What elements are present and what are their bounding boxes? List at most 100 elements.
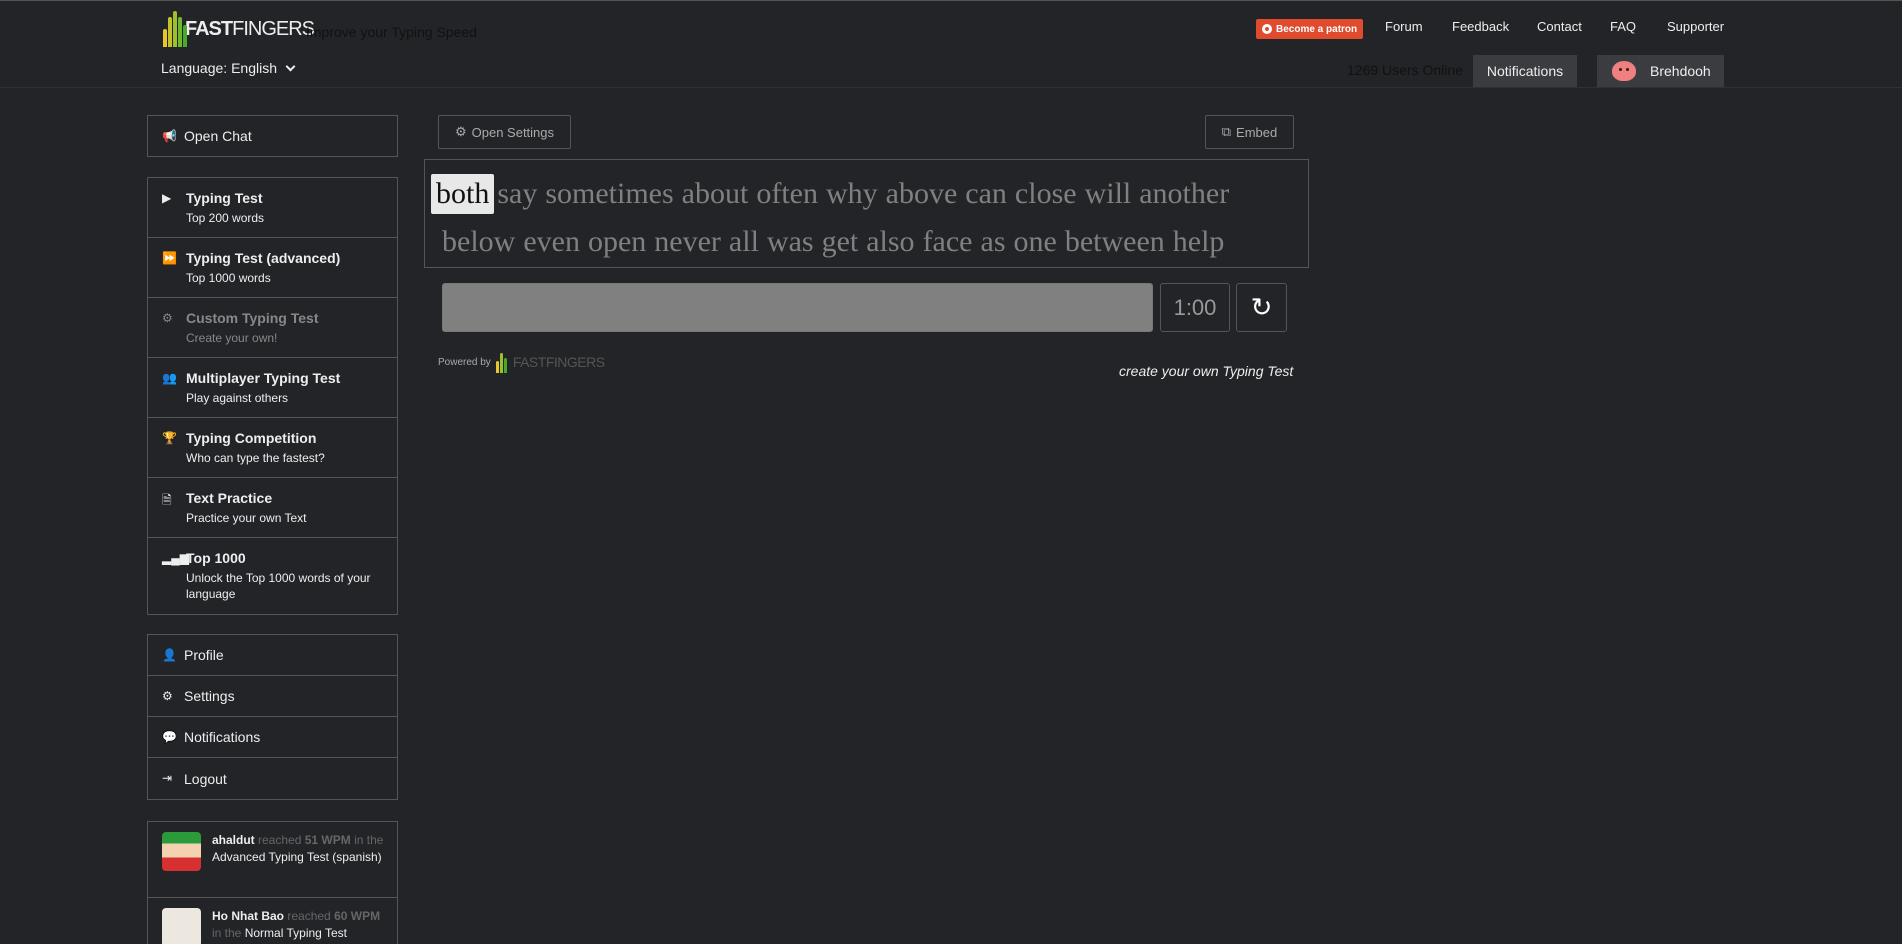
gear-icon: ⚙ (454, 124, 467, 139)
word: about (681, 177, 749, 210)
feed-wpm: 51 WPM (304, 833, 351, 847)
powered-by-label: Powered by (438, 356, 491, 368)
word: sometimes (545, 177, 674, 210)
open-settings-label: Open Settings (471, 124, 555, 140)
word: say (497, 177, 538, 210)
word: will (1084, 177, 1132, 210)
signal-icon: ▂▄▆ (162, 551, 189, 565)
avatar[interactable] (162, 908, 201, 944)
avatar[interactable] (162, 832, 201, 871)
word-list: both say sometimes about often why above can clo… (424, 159, 1309, 268)
language-label: Language: English (161, 60, 277, 76)
users-icon: 👥 (162, 371, 177, 385)
site-logo[interactable]: FASTFINGERS (161, 7, 315, 47)
menu-subtitle: Play against others (186, 391, 289, 405)
feed-test-link[interactable]: Advanced Typing Test (spanish) (212, 850, 382, 864)
embed-label: Embed (1236, 124, 1278, 140)
feed-mid: in the (212, 926, 242, 940)
gears-icon: ⚙ (162, 311, 173, 325)
menu-title: Typing Test (advanced) (186, 250, 341, 266)
powered-by[interactable]: Powered by FASTFINGERS (438, 351, 605, 373)
menu-title: Typing Competition (186, 430, 317, 446)
user-menu-button[interactable]: Brehdooh (1597, 55, 1724, 87)
nav-forum[interactable]: Forum (1385, 19, 1423, 34)
create-typing-test-link[interactable]: create your own Typing Test (1119, 363, 1293, 379)
timer: 1:00 (1160, 283, 1230, 332)
menu-top-1000[interactable]: ▂▄▆ Top 1000 Unlock the Top 1000 words o… (148, 538, 397, 614)
fast-forward-icon: ⏩ (162, 251, 177, 265)
logo-text-bold: FAST (185, 18, 233, 40)
open-chat-button[interactable]: 📢 Open Chat (148, 116, 397, 156)
game-menu: ▶ Typing Test Top 200 words ⏩ Typing Tes… (147, 177, 398, 615)
menu-typing-test[interactable]: ▶ Typing Test Top 200 words (148, 178, 397, 238)
menu-subtitle: Unlock the Top 1000 words of your langua… (186, 571, 371, 601)
feed-username[interactable]: Ho Nhat Bao (212, 909, 284, 923)
feed-verb: reached (258, 833, 302, 847)
word: as (980, 225, 1006, 258)
menu-title: Custom Typing Test (186, 310, 319, 326)
feed-username[interactable]: ahaldut (212, 833, 255, 847)
reload-button[interactable]: ↻ (1236, 283, 1287, 332)
chat-panel: 📢 Open Chat (147, 115, 398, 157)
list-item: ahaldut reached 51 WPM in the Advanced T… (148, 822, 397, 898)
play-icon: ▶ (162, 191, 172, 205)
word: close (1014, 177, 1077, 210)
menu-custom-typing-test[interactable]: ⚙ Custom Typing Test Create your own! (148, 298, 397, 358)
word: above (885, 177, 958, 210)
nav-feedback[interactable]: Feedback (1452, 19, 1509, 34)
open-settings-button[interactable]: ⚙ Open Settings (438, 115, 571, 149)
gear-icon: ⚙ (162, 689, 173, 703)
word: was (766, 225, 814, 258)
account-menu: 👤 Profile ⚙ Settings 💬 Notifications ⇥ L… (147, 634, 398, 800)
menu-typing-test-advanced[interactable]: ⏩ Typing Test (advanced) Top 1000 words (148, 238, 397, 298)
menu-profile[interactable]: 👤 Profile (148, 635, 397, 676)
reload-icon: ↻ (1250, 292, 1273, 322)
menu-title: Typing Test (186, 190, 263, 206)
feed-mid: in the (354, 833, 384, 847)
megaphone-icon: 📢 (162, 129, 177, 143)
nav-contact[interactable]: Contact (1537, 19, 1582, 34)
menu-label: Logout (184, 770, 227, 787)
user-icon: 👤 (162, 648, 177, 662)
embed-button[interactable]: ⧉ Embed (1205, 115, 1294, 149)
hand-logo-icon (495, 351, 509, 373)
tagline: Improve your Typing Speed (306, 24, 477, 40)
word: between (1064, 225, 1165, 258)
menu-typing-competition[interactable]: 🏆 Typing Competition Who can type the fa… (148, 418, 397, 478)
word: open (587, 225, 647, 258)
open-chat-label: Open Chat (184, 128, 252, 144)
top-bar: FASTFINGERS Improve your Typing Speed La… (0, 0, 1902, 88)
menu-label: Settings (184, 688, 235, 704)
menu-settings[interactable]: ⚙ Settings (148, 676, 397, 717)
patreon-icon (1262, 24, 1272, 34)
typing-input[interactable] (442, 283, 1153, 332)
notifications-button[interactable]: Notifications (1473, 55, 1577, 87)
menu-title: Top 1000 (186, 550, 246, 566)
external-link-icon: ⧉ (1221, 124, 1232, 139)
nav-faq[interactable]: FAQ (1610, 19, 1636, 34)
avatar (1612, 61, 1636, 81)
word: even (523, 225, 580, 258)
menu-label: Profile (184, 647, 224, 663)
trophy-icon: 🏆 (162, 431, 177, 445)
username: Brehdooh (1650, 63, 1711, 79)
nav-supporter[interactable]: Supporter (1667, 19, 1724, 34)
logout-icon: ⇥ (162, 771, 173, 785)
powered-logo-text: FASTFINGERS (512, 354, 605, 370)
word: face (922, 225, 973, 258)
menu-notifications[interactable]: 💬 Notifications (148, 717, 397, 758)
word: get (821, 225, 859, 258)
word: another (1139, 177, 1230, 210)
menu-subtitle: Top 200 words (186, 211, 265, 225)
users-online-count: 1269 Users Online (1347, 62, 1463, 78)
patron-label: Become a patron (1276, 23, 1358, 35)
menu-text-practice[interactable]: 🗎 Text Practice Practice your own Text (148, 478, 397, 538)
menu-multiplayer-typing-test[interactable]: 👥 Multiplayer Typing Test Play against o… (148, 358, 397, 418)
word: below (442, 225, 516, 258)
hand-logo-icon (161, 9, 189, 47)
become-patron-button[interactable]: Become a patron (1256, 19, 1364, 39)
current-word: both (431, 174, 495, 214)
menu-logout[interactable]: ⇥ Logout (148, 758, 397, 799)
word: one (1013, 225, 1057, 258)
language-selector[interactable]: Language: English (161, 60, 296, 76)
